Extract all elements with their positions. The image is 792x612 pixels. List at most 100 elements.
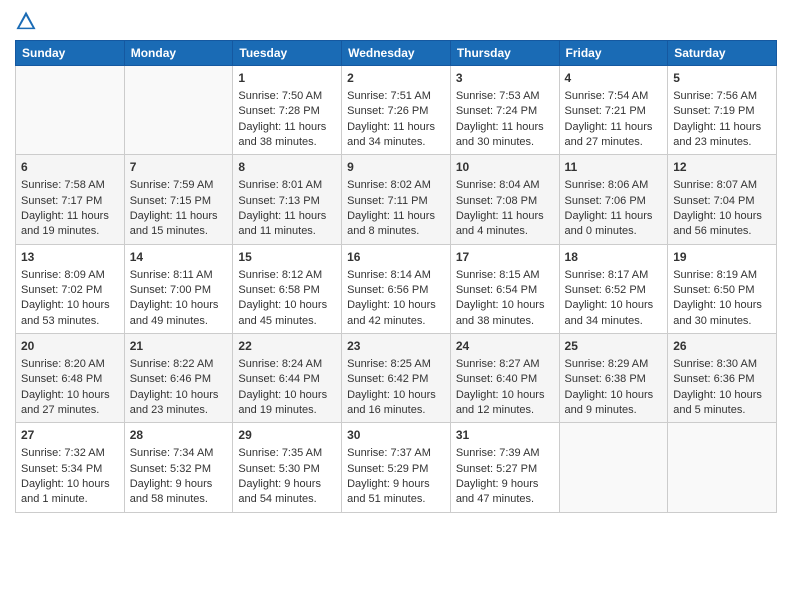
calendar-cell: 18Sunrise: 8:17 AMSunset: 6:52 PMDayligh… [559,244,668,333]
calendar-cell: 10Sunrise: 8:04 AMSunset: 7:08 PMDayligh… [450,155,559,244]
day-header-monday: Monday [124,41,233,66]
calendar-cell: 17Sunrise: 8:15 AMSunset: 6:54 PMDayligh… [450,244,559,333]
calendar-cell: 19Sunrise: 8:19 AMSunset: 6:50 PMDayligh… [668,244,777,333]
calendar-cell [16,66,125,155]
day-info: Sunset: 7:13 PM [238,194,336,209]
calendar-week-1: 1Sunrise: 7:50 AMSunset: 7:28 PMDaylight… [16,66,777,155]
day-info: Sunrise: 8:06 AM [565,178,663,193]
day-info: Sunrise: 7:59 AM [130,178,228,193]
day-number: 3 [456,70,554,87]
day-header-thursday: Thursday [450,41,559,66]
calendar-cell: 24Sunrise: 8:27 AMSunset: 6:40 PMDayligh… [450,334,559,423]
calendar-header-row: SundayMondayTuesdayWednesdayThursdayFrid… [16,41,777,66]
calendar-cell: 21Sunrise: 8:22 AMSunset: 6:46 PMDayligh… [124,334,233,423]
calendar-cell: 20Sunrise: 8:20 AMSunset: 6:48 PMDayligh… [16,334,125,423]
day-info: Daylight: 10 hours and 30 minutes. [673,298,771,329]
calendar-cell: 7Sunrise: 7:59 AMSunset: 7:15 PMDaylight… [124,155,233,244]
day-info: Sunrise: 8:24 AM [238,357,336,372]
day-info: Sunrise: 8:25 AM [347,357,445,372]
day-info: Daylight: 11 hours and 34 minutes. [347,120,445,151]
day-number: 10 [456,159,554,176]
day-number: 19 [673,249,771,266]
calendar-week-2: 6Sunrise: 7:58 AMSunset: 7:17 PMDaylight… [16,155,777,244]
calendar-cell: 15 Sunrise: 8:12 AMSunset: 6:58 PMDayligh… [233,244,342,333]
calendar-cell: 6Sunrise: 7:58 AMSunset: 7:17 PMDaylight… [16,155,125,244]
day-info: Sunset: 6:36 PM [673,372,771,387]
day-info: Sunrise: 8:01 AM [238,178,336,193]
day-info: Sunset: 7:21 PM [565,104,663,119]
day-number: 31 [456,427,554,444]
logo [15,10,39,32]
day-info: Sunrise: 8:19 AM [673,268,771,283]
day-info: Daylight: 10 hours and 49 minutes. [130,298,228,329]
day-info: Daylight: 10 hours and 1 minute. [21,477,119,508]
day-info: Sunset: 5:34 PM [21,462,119,477]
day-number: 9 [347,159,445,176]
day-info: Sunset: 7:26 PM [347,104,445,119]
calendar-cell: 22Sunrise: 8:24 AMSunset: 6:44 PMDayligh… [233,334,342,423]
calendar-cell: 12Sunrise: 8:07 AMSunset: 7:04 PMDayligh… [668,155,777,244]
day-number: 4 [565,70,663,87]
day-info: Sunset: 6:38 PM [565,372,663,387]
day-info: Sunrise: 7:39 AM [456,446,554,461]
day-info: Daylight: 11 hours and 11 minutes. [238,209,336,240]
day-info: Daylight: 11 hours and 15 minutes. [130,209,228,240]
day-info: Sunrise: 8:04 AM [456,178,554,193]
day-info: Sunset: 6:44 PM [238,372,336,387]
day-number: 29 [238,427,336,444]
day-number: 23 [347,338,445,355]
day-info: Daylight: 10 hours and 12 minutes. [456,388,554,419]
calendar-cell: 4Sunrise: 7:54 AMSunset: 7:21 PMDaylight… [559,66,668,155]
day-info: Sunset: 6:48 PM [21,372,119,387]
day-info: Sunset: 5:29 PM [347,462,445,477]
day-info: Daylight: 10 hours and 23 minutes. [130,388,228,419]
day-number: 1 [238,70,336,87]
day-info: Sunset: 5:30 PM [238,462,336,477]
day-info: Sunset: 6:58 PM [238,283,336,298]
day-info: Sunrise: 7:35 AM [238,446,336,461]
calendar-cell: 13Sunrise: 8:09 AMSunset: 7:02 PMDayligh… [16,244,125,333]
calendar-cell: 30Sunrise: 7:37 AMSunset: 5:29 PMDayligh… [342,423,451,512]
calendar: SundayMondayTuesdayWednesdayThursdayFrid… [15,40,777,513]
day-number: 8 [238,159,336,176]
day-number: 15 [238,249,336,266]
calendar-week-5: 27Sunrise: 7:32 AMSunset: 5:34 PMDayligh… [16,423,777,512]
day-info: Sunrise: 8:02 AM [347,178,445,193]
calendar-week-4: 20Sunrise: 8:20 AMSunset: 6:48 PMDayligh… [16,334,777,423]
day-info: Sunrise: 8:20 AM [21,357,119,372]
day-info: Sunrise: 8:17 AM [565,268,663,283]
calendar-cell: 5Sunrise: 7:56 AMSunset: 7:19 PMDaylight… [668,66,777,155]
day-info: Daylight: 11 hours and 8 minutes. [347,209,445,240]
day-info: Daylight: 9 hours and 58 minutes. [130,477,228,508]
day-info: Sunset: 5:32 PM [130,462,228,477]
day-info: Sunrise: 8:22 AM [130,357,228,372]
day-info: Daylight: 11 hours and 38 minutes. [238,120,336,151]
day-header-wednesday: Wednesday [342,41,451,66]
day-info: Sunset: 6:54 PM [456,283,554,298]
day-info: Sunrise: 7:32 AM [21,446,119,461]
day-info: Sunrise: 8:12 AM [238,268,336,283]
day-number: 13 [21,249,119,266]
day-info: Sunset: 6:42 PM [347,372,445,387]
day-info: Daylight: 10 hours and 27 minutes. [21,388,119,419]
day-number: 28 [130,427,228,444]
calendar-cell: 23Sunrise: 8:25 AMSunset: 6:42 PMDayligh… [342,334,451,423]
day-info: Sunrise: 8:11 AM [130,268,228,283]
calendar-cell: 25Sunrise: 8:29 AMSunset: 6:38 PMDayligh… [559,334,668,423]
day-info: Sunrise: 8:07 AM [673,178,771,193]
calendar-cell: 31Sunrise: 7:39 AMSunset: 5:27 PMDayligh… [450,423,559,512]
day-info: Sunset: 7:06 PM [565,194,663,209]
day-info: Daylight: 10 hours and 34 minutes. [565,298,663,329]
day-info: Sunset: 6:46 PM [130,372,228,387]
day-info: Sunrise: 8:14 AM [347,268,445,283]
day-info: Daylight: 10 hours and 45 minutes. [238,298,336,329]
day-number: 25 [565,338,663,355]
day-info: Sunset: 7:17 PM [21,194,119,209]
day-info: Daylight: 10 hours and 56 minutes. [673,209,771,240]
day-number: 2 [347,70,445,87]
day-header-friday: Friday [559,41,668,66]
day-info: Sunrise: 8:30 AM [673,357,771,372]
day-number: 22 [238,338,336,355]
day-info: Sunset: 7:02 PM [21,283,119,298]
day-info: Daylight: 11 hours and 23 minutes. [673,120,771,151]
